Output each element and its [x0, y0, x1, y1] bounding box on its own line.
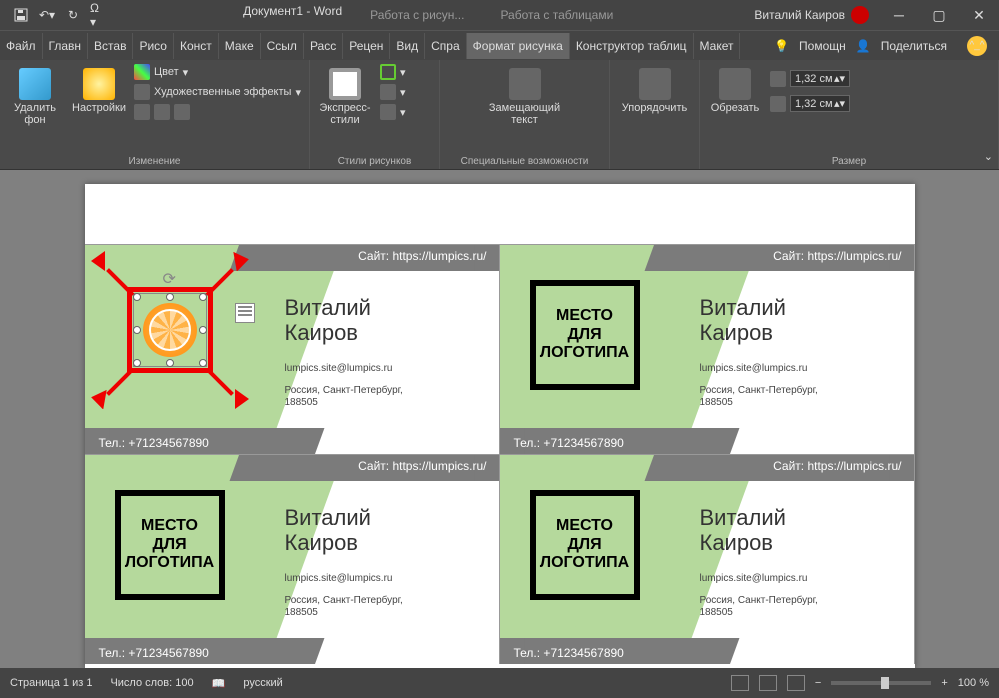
menu-tab-9[interactable]: Вид	[390, 33, 425, 59]
page-status[interactable]: Страница 1 из 1	[10, 677, 92, 689]
menu-tab-3[interactable]: Рисо	[133, 33, 174, 59]
artistic-effects-button[interactable]: Художественные эффекты ▾	[134, 84, 301, 100]
spellcheck-icon[interactable]: 📖	[212, 677, 226, 690]
sigma-icon[interactable]: Ω ▾	[90, 6, 108, 24]
menu-tab-2[interactable]: Встав	[88, 33, 133, 59]
context-tab-table[interactable]: Работа с таблицами	[492, 4, 621, 26]
maximize-button[interactable]: ▢	[919, 0, 959, 30]
pic-layout-button[interactable]: ▾	[380, 104, 406, 120]
menu-tab-4[interactable]: Конст	[174, 33, 219, 59]
zoom-in-button[interactable]: +	[941, 677, 947, 689]
card-3[interactable]: Сайт: https://lumpics.ru/ Тел.: +7123456…	[85, 454, 500, 664]
read-mode-icon[interactable]	[731, 675, 749, 691]
share-button[interactable]: Поделиться	[881, 39, 947, 53]
pic-border-button[interactable]: ▾	[380, 64, 406, 80]
avatar	[851, 6, 869, 24]
menu-tab-10[interactable]: Спра	[425, 33, 467, 59]
save-icon[interactable]	[12, 6, 30, 24]
corrections-button[interactable]: Настройки	[70, 64, 128, 114]
menu-tab-0[interactable]: Файл	[0, 33, 43, 59]
doc-title: Документ1 - Word	[243, 4, 342, 26]
word-count[interactable]: Число слов: 100	[110, 677, 193, 689]
document-area[interactable]: ✥ Сайт: https://lumpics.ru/ Тел.: +71234…	[0, 170, 999, 668]
pic-effects-button[interactable]: ▾	[380, 84, 406, 100]
menu-tab-13[interactable]: Макет	[694, 33, 741, 59]
lightbulb-icon: 💡	[774, 39, 789, 53]
menu-tab-5[interactable]: Маке	[219, 33, 261, 59]
tell-me[interactable]: Помощн	[799, 39, 846, 53]
menu-tab-6[interactable]: Ссыл	[261, 33, 304, 59]
menu-tab-1[interactable]: Главн	[43, 33, 89, 59]
logo-placeholder: МЕСТОДЛЯЛОГОТИПА	[115, 490, 225, 600]
menu-tab-12[interactable]: Конструктор таблиц	[570, 33, 694, 59]
zoom-slider[interactable]	[831, 681, 931, 685]
picture-styles-button[interactable]: Экспресс- стили	[316, 64, 374, 126]
zoom-level[interactable]: 100 %	[958, 677, 989, 689]
undo-icon[interactable]: ↶▾	[38, 6, 56, 24]
feedback-icon[interactable]: ^_^	[967, 36, 987, 56]
layout-options-icon[interactable]	[235, 303, 255, 323]
height-spinner[interactable]: 1,32 см▴▾	[770, 70, 850, 87]
remove-bg-button[interactable]: Удалить фон	[6, 64, 64, 126]
width-spinner[interactable]: 1,32 см▴▾	[770, 95, 850, 112]
menu-tab-7[interactable]: Расс	[304, 33, 343, 59]
context-tab-picture[interactable]: Работа с рисун...	[362, 4, 472, 26]
arrow-head-icon	[91, 251, 111, 271]
print-layout-icon[interactable]	[759, 675, 777, 691]
share-icon: 👤	[856, 39, 871, 53]
rotate-handle-icon[interactable]: ⟳	[163, 269, 176, 289]
redo-icon[interactable]: ↻	[64, 6, 82, 24]
color-button[interactable]: Цвет ▾	[134, 64, 301, 80]
compress-button[interactable]	[134, 104, 301, 120]
logo-placeholder: МЕСТОДЛЯЛОГОТИПА	[530, 490, 640, 600]
logo-placeholder: МЕСТОДЛЯЛОГОТИПА	[530, 280, 640, 390]
user-account[interactable]: Виталий Каиров	[744, 6, 879, 24]
collapse-ribbon-icon[interactable]: ⌄	[984, 150, 993, 163]
language-status[interactable]: русский	[243, 677, 282, 689]
card-4[interactable]: Сайт: https://lumpics.ru/ Тел.: +7123456…	[500, 454, 915, 664]
card-2[interactable]: Сайт: https://lumpics.ru/ Тел.: +7123456…	[500, 244, 915, 454]
web-layout-icon[interactable]	[787, 675, 805, 691]
arrange-button[interactable]: Упорядочить	[616, 64, 693, 114]
menu-tab-8[interactable]: Рецен	[343, 33, 390, 59]
crop-button[interactable]: Обрезать	[706, 64, 764, 114]
resize-handles[interactable]	[137, 297, 203, 363]
card-1[interactable]: ✥ Сайт: https://lumpics.ru/ Тел.: +71234…	[85, 244, 500, 454]
alt-text-button[interactable]: Замещающий текст	[480, 64, 570, 126]
zoom-out-button[interactable]: −	[815, 677, 821, 689]
menu-tab-11[interactable]: Формат рисунка	[467, 33, 570, 59]
minimize-button[interactable]: ─	[879, 0, 919, 30]
close-button[interactable]: ✕	[959, 0, 999, 30]
